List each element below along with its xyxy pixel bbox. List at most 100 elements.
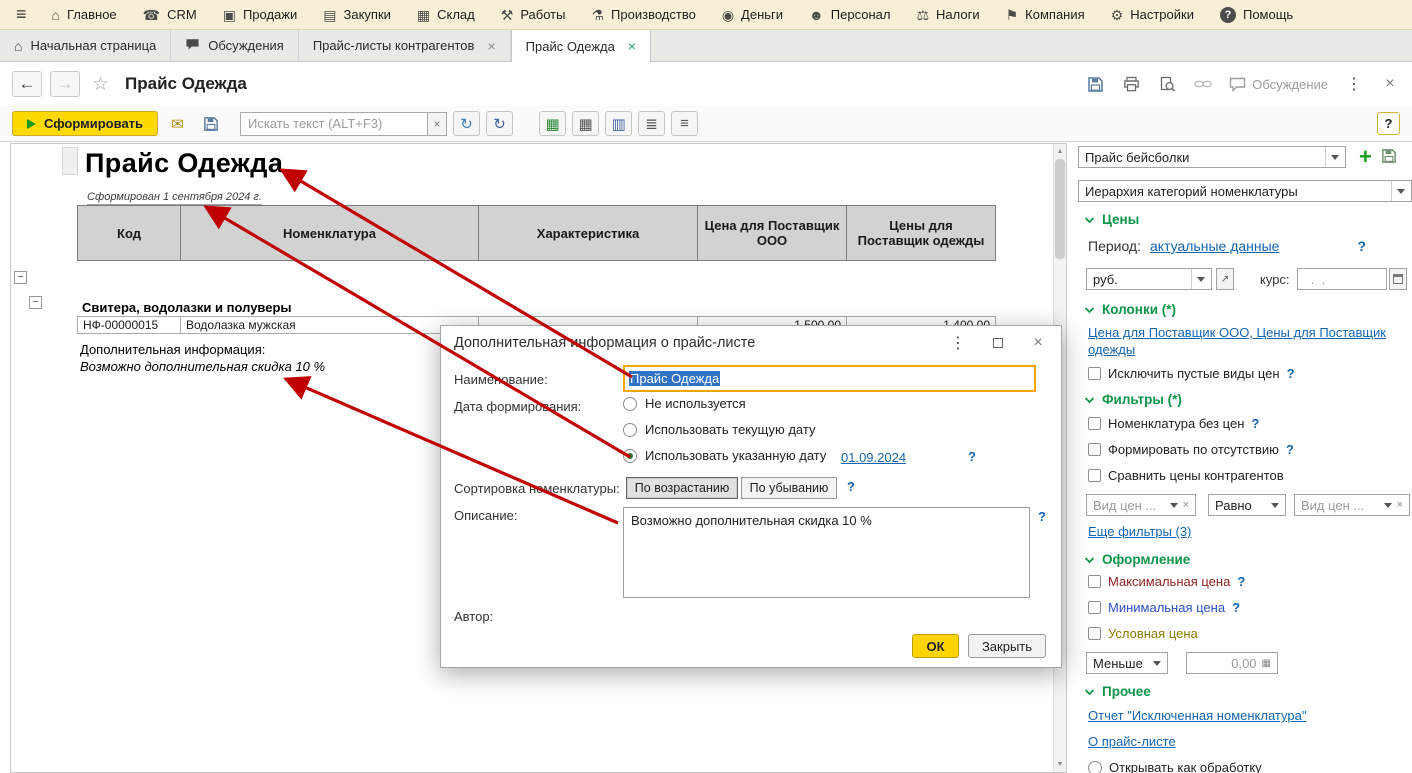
generate-button[interactable]: Сформировать bbox=[12, 111, 159, 136]
menu-toggle-button[interactable]: ≡ bbox=[4, 4, 39, 25]
column-header-characteristic[interactable]: Характеристика bbox=[478, 205, 698, 261]
dialog-close-button[interactable]: × bbox=[1028, 332, 1048, 354]
tab-discussions[interactable]: Обсуждения bbox=[171, 30, 299, 61]
sort-help-icon[interactable]: ? bbox=[847, 479, 855, 494]
save-report-button[interactable] bbox=[197, 111, 224, 136]
description-help-icon[interactable]: ? bbox=[1038, 509, 1046, 524]
tab-pricelists[interactable]: Прайс-листы контрагентов × bbox=[299, 30, 511, 61]
menu-item-purchases[interactable]: ▤ Закупки bbox=[310, 0, 404, 29]
exclude-empty-checkbox[interactable] bbox=[1088, 367, 1101, 380]
table-view-button[interactable]: ▦ bbox=[572, 111, 600, 136]
menu-item-warehouse[interactable]: ▦ Склад bbox=[404, 0, 488, 29]
menu-item-production[interactable]: ⚗ Производство bbox=[578, 0, 708, 29]
help-button[interactable]: ? bbox=[1377, 112, 1400, 135]
description-textarea[interactable]: Возможно дополнительная скидка 10 % bbox=[623, 507, 1030, 598]
sort-asc-button[interactable]: По возрастанию bbox=[626, 477, 738, 499]
menu-item-taxes[interactable]: ⚖ Налоги bbox=[903, 0, 992, 29]
column-header-code[interactable]: Код bbox=[77, 205, 181, 261]
close-dialog-button[interactable]: Закрыть bbox=[968, 634, 1046, 658]
less-select[interactable]: Меньше bbox=[1086, 652, 1168, 674]
menu-item-settings[interactable]: ⚙ Настройки bbox=[1098, 0, 1207, 29]
scroll-up-icon[interactable]: ▲ bbox=[1054, 145, 1066, 158]
dialog-maximize-button[interactable] bbox=[988, 332, 1008, 354]
add-pricelist-button[interactable]: + bbox=[1359, 146, 1372, 168]
cell-code[interactable]: НФ-00000015 bbox=[77, 316, 181, 334]
cell-item[interactable]: Водолазка мужская bbox=[180, 316, 479, 334]
amount-input[interactable]: 0,00 ▦ bbox=[1186, 652, 1278, 674]
search-input[interactable] bbox=[240, 111, 429, 136]
excluded-report-link[interactable]: Отчет "Исключенная номенклатура" bbox=[1088, 708, 1306, 723]
hierarchy-select[interactable]: Иерархия категорий номенклатуры bbox=[1078, 180, 1412, 202]
column-header-item[interactable]: Номенклатура bbox=[180, 205, 479, 261]
column-header-price1[interactable]: Цена для Поставщик ООО bbox=[697, 205, 847, 261]
menu-item-works[interactable]: ⚒ Работы bbox=[488, 0, 579, 29]
tab-price-clothes[interactable]: Прайс Одежда × bbox=[510, 30, 652, 62]
menu-item-sales[interactable]: ▣ Продажи bbox=[210, 0, 311, 29]
section-columns-header[interactable]: Колонки (*) bbox=[1084, 302, 1176, 317]
sort-desc-button[interactable]: По убыванию bbox=[741, 477, 837, 499]
open-currency-button[interactable]: ↗ bbox=[1216, 268, 1234, 290]
radio-current-date[interactable]: Использовать текущую дату bbox=[623, 422, 815, 437]
menu-item-help[interactable]: ? Помощь bbox=[1207, 0, 1306, 29]
clear-search-button[interactable]: × bbox=[428, 111, 448, 136]
section-appearance-header[interactable]: Оформление bbox=[1084, 552, 1190, 567]
scroll-down-icon[interactable]: ▼ bbox=[1054, 758, 1066, 771]
max-price-help-icon[interactable]: ? bbox=[1237, 574, 1245, 589]
ok-button[interactable]: ОК bbox=[912, 634, 959, 658]
report-variants-button[interactable]: ▦ bbox=[539, 111, 567, 136]
radio-specified-date[interactable]: Использовать указанную дату bbox=[623, 448, 826, 463]
copy-pricelist-button[interactable] bbox=[1381, 148, 1397, 167]
columns-link[interactable]: Цена для Поставщик ООО, Цены для Поставщ… bbox=[1088, 324, 1404, 358]
period-link[interactable]: актуальные данные bbox=[1150, 238, 1279, 254]
more-filters-link[interactable]: Еще фильтры (3) bbox=[1088, 524, 1191, 539]
min-price-help-icon[interactable]: ? bbox=[1232, 600, 1240, 615]
refresh-button[interactable]: ↻ bbox=[453, 111, 481, 136]
clear-icon[interactable]: × bbox=[1397, 499, 1403, 511]
link-button[interactable] bbox=[1193, 73, 1213, 95]
close-form-button[interactable]: × bbox=[1380, 73, 1400, 95]
close-icon[interactable]: × bbox=[628, 38, 636, 54]
radio-not-used[interactable]: Не используется bbox=[623, 396, 746, 411]
send-mail-button[interactable]: ✉ bbox=[164, 111, 191, 136]
rate-input[interactable]: . . bbox=[1296, 268, 1387, 290]
no-prices-help-icon[interactable]: ? bbox=[1251, 416, 1259, 431]
by-absence-checkbox[interactable] bbox=[1088, 443, 1101, 456]
auto-refresh-button[interactable]: ↻ bbox=[486, 111, 514, 136]
compare-prices-checkbox[interactable] bbox=[1088, 469, 1101, 482]
no-prices-checkbox[interactable] bbox=[1088, 417, 1101, 430]
print-button[interactable] bbox=[1121, 73, 1141, 95]
section-prices-header[interactable]: Цены bbox=[1084, 212, 1139, 227]
close-icon[interactable]: × bbox=[487, 38, 495, 54]
open-as-processing-radio[interactable] bbox=[1088, 760, 1102, 773]
scrollbar-thumb[interactable] bbox=[1055, 159, 1065, 259]
section-other-header[interactable]: Прочее bbox=[1084, 684, 1151, 699]
favorite-star-icon[interactable]: ☆ bbox=[92, 73, 109, 96]
period-help-icon[interactable]: ? bbox=[1357, 238, 1366, 254]
forward-button[interactable]: → bbox=[50, 71, 80, 97]
back-button[interactable]: ← bbox=[12, 71, 42, 97]
date-help-icon[interactable]: ? bbox=[968, 449, 976, 464]
clear-icon[interactable]: × bbox=[1183, 499, 1189, 511]
menu-item-crm[interactable]: ☎ CRM bbox=[130, 0, 210, 29]
collapse-group-button-1[interactable]: − bbox=[14, 271, 27, 284]
collapse-group-button-2[interactable]: − bbox=[29, 296, 42, 309]
save-button[interactable] bbox=[1085, 73, 1105, 95]
date-link[interactable]: 01.09.2024 bbox=[841, 450, 906, 465]
menu-item-personnel[interactable]: ☻ Персонал bbox=[796, 0, 903, 29]
dialog-more-button[interactable]: ⋮ bbox=[948, 332, 968, 354]
menu-item-money[interactable]: ◉ Деньги bbox=[709, 0, 796, 29]
pricelist-select[interactable]: Прайс бейсболки bbox=[1078, 146, 1346, 168]
grouping-list-button[interactable]: ≡ bbox=[671, 111, 699, 136]
price-kind-select-2[interactable]: Вид цен ... × bbox=[1294, 494, 1410, 516]
group-row-label[interactable]: Свитера, водолазки и полуверы bbox=[82, 300, 292, 315]
about-pricelist-link[interactable]: О прайс-листе bbox=[1088, 734, 1176, 749]
exclude-empty-help-icon[interactable]: ? bbox=[1287, 366, 1295, 381]
conditional-price-checkbox[interactable] bbox=[1088, 627, 1101, 640]
min-price-checkbox[interactable] bbox=[1088, 601, 1101, 614]
menu-item-company[interactable]: ⚑ Компания bbox=[993, 0, 1098, 29]
table-columns-button[interactable]: ▥ bbox=[605, 111, 633, 136]
name-input[interactable]: Прайс Одежда bbox=[623, 365, 1036, 392]
section-filters-header[interactable]: Фильтры (*) bbox=[1084, 392, 1182, 407]
condition-select[interactable]: Равно bbox=[1208, 494, 1286, 516]
calculator-grid-icon[interactable]: ▦ bbox=[1262, 658, 1271, 669]
